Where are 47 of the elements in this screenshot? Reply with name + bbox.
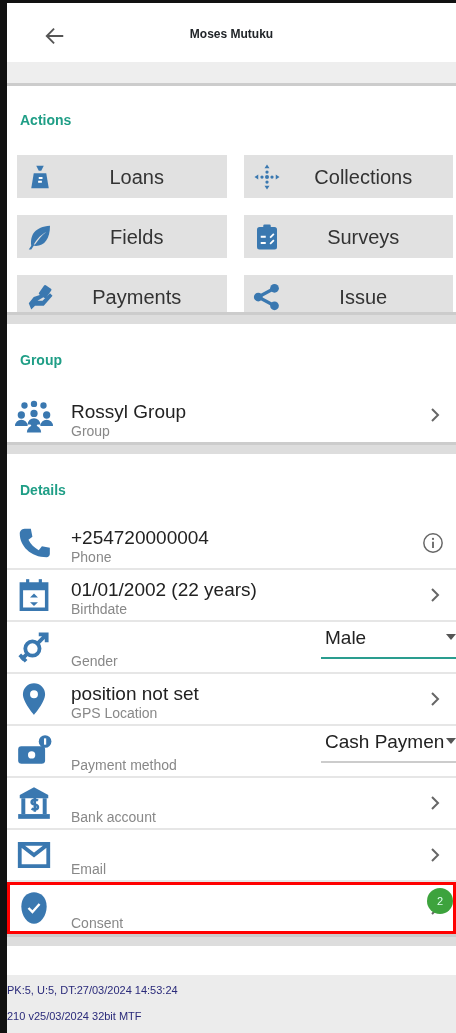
group-name: Rossyl Group [71, 402, 188, 424]
chevron-icon [429, 847, 441, 863]
chevron-icon [429, 691, 441, 707]
field-value: 01/01/2002 (22 years) [71, 580, 258, 602]
bank-icon [15, 784, 53, 822]
field-label: Phone [71, 549, 113, 566]
action-button[interactable]: Loans [17, 155, 227, 198]
detail-row[interactable]: position not set GPS Location [7, 674, 456, 726]
field-label: GPS Location [71, 705, 159, 722]
chevron-icon [429, 407, 441, 423]
detail-row[interactable]: Payment method Cash Paymen [7, 726, 456, 778]
action-button[interactable]: Issue [243, 275, 453, 312]
section-title: Details [19, 481, 66, 500]
notification-badge: 2 [427, 888, 453, 914]
detail-row[interactable]: 01/01/2002 (22 years) Birthdate [7, 570, 456, 622]
share-icon [251, 281, 282, 312]
field-value: +254720000004 [71, 528, 210, 550]
screen-title: Moses Mutuku [189, 27, 274, 41]
detail-row[interactable]: Consent 2 [7, 882, 456, 934]
info-icon[interactable] [422, 532, 444, 554]
field-label: Bank account [71, 809, 157, 826]
section-title: Group [19, 351, 62, 370]
detail-row[interactable]: Email [7, 830, 456, 882]
chevron-icon [429, 795, 441, 811]
dropdown-field[interactable]: Cash Paymen [321, 728, 456, 763]
action-button[interactable]: Surveys [243, 215, 453, 258]
action-button[interactable]: Payments [17, 275, 227, 312]
caret-icon [446, 634, 456, 640]
caret-icon [446, 738, 456, 744]
group-row[interactable]: Rossyl Group Group [7, 388, 456, 442]
status-text: PK:5, U:5, DT:27/03/2024 14:53:24 [7, 982, 179, 998]
field-value: position not set [71, 684, 200, 706]
field-label: Gender [71, 653, 119, 670]
field-label: Group [71, 423, 111, 440]
action-button[interactable]: Collections [243, 155, 453, 198]
field-label: Payment method [71, 757, 178, 774]
status-text: 210 v25/03/2024 32bit MTF [7, 1008, 143, 1024]
field-label: Email [71, 861, 107, 878]
action-button[interactable]: Fields [17, 215, 227, 258]
detail-row[interactable]: Bank account [7, 778, 456, 830]
chevron-icon [429, 587, 441, 603]
dropdown-field[interactable]: Male [321, 624, 456, 659]
detail-row[interactable]: Gender Male [7, 622, 456, 674]
section-title: Actions [19, 111, 72, 130]
field-label: Birthdate [71, 601, 129, 618]
detail-row[interactable]: +254720000004 Phone [7, 518, 456, 570]
field-label: Consent [71, 915, 125, 932]
